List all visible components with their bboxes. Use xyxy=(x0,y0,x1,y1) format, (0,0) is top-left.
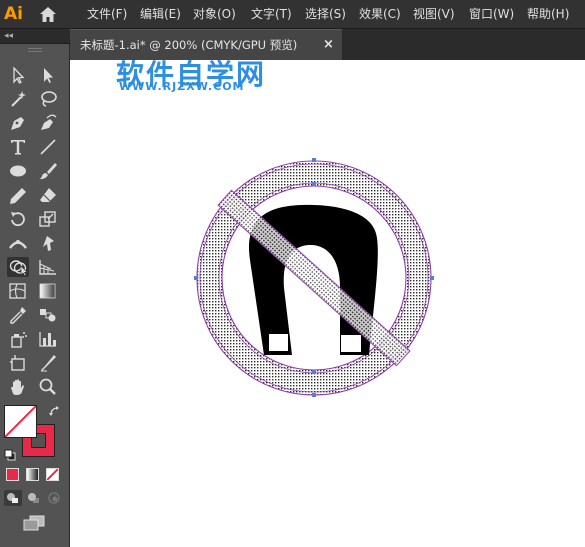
screen-mode-icon[interactable] xyxy=(22,514,46,532)
home-icon[interactable] xyxy=(38,5,58,24)
default-fill-stroke-icon[interactable] xyxy=(4,446,16,461)
scale-tool-icon[interactable] xyxy=(37,209,59,229)
none-mode-button[interactable] xyxy=(46,468,59,481)
menu-help[interactable]: 帮助(H) xyxy=(527,0,569,29)
panel-grip-icon[interactable] xyxy=(0,44,70,57)
menu-view[interactable]: 视图(V) xyxy=(413,0,455,29)
draw-normal-icon[interactable] xyxy=(4,490,22,506)
symbol-sprayer-tool-icon[interactable] xyxy=(7,329,29,349)
menu-object[interactable]: 对象(O) xyxy=(193,0,236,29)
close-icon[interactable]: × xyxy=(323,30,334,60)
line-segment-tool-icon[interactable] xyxy=(37,137,59,157)
menu-window[interactable]: 窗口(W) xyxy=(469,0,514,29)
gradient-mode-button[interactable] xyxy=(26,468,39,481)
pen-tool-icon[interactable] xyxy=(7,113,29,133)
menu-type[interactable]: 文字(T) xyxy=(251,0,292,29)
paintbrush-tool-icon[interactable] xyxy=(37,161,59,181)
lasso-tool-icon[interactable] xyxy=(37,89,59,109)
document-tab[interactable]: 未标题-1.ai* @ 200% (CMYK/GPU 预览) × xyxy=(70,29,342,60)
eraser-tool-icon[interactable] xyxy=(37,185,59,205)
gradient-tool-icon[interactable] xyxy=(37,281,59,301)
draw-inside-icon[interactable] xyxy=(45,490,63,506)
type-tool-icon[interactable] xyxy=(7,137,29,157)
hand-tool-icon[interactable] xyxy=(7,377,29,397)
no-fill-icon xyxy=(5,406,36,437)
pencil-tool-icon[interactable] xyxy=(7,185,29,205)
rotate-tool-icon[interactable] xyxy=(7,209,29,229)
puppet-warp-tool-icon[interactable] xyxy=(37,233,59,253)
menu-select[interactable]: 选择(S) xyxy=(305,0,346,29)
ellipse-tool-icon[interactable] xyxy=(7,161,29,181)
selection-tool-icon[interactable] xyxy=(7,65,29,85)
shape-builder-tool-icon[interactable] xyxy=(7,257,29,277)
document-tab-title: 未标题-1.ai* @ 200% (CMYK/GPU 预览) xyxy=(80,38,298,52)
menu-file[interactable]: 文件(F) xyxy=(87,0,127,29)
app-logo: Ai xyxy=(4,4,23,24)
menu-bar: Ai 文件(F) 编辑(E) 对象(O) 文字(T) 选择(S) 效果(C) 视… xyxy=(0,0,585,29)
magic-wand-tool-icon[interactable] xyxy=(7,89,29,109)
zoom-tool-icon[interactable] xyxy=(37,377,59,397)
menu-effect[interactable]: 效果(C) xyxy=(359,0,401,29)
panel-collapse-strip: ◂◂ xyxy=(0,29,70,44)
color-mode-button[interactable] xyxy=(6,468,19,481)
eyedropper-tool-icon[interactable] xyxy=(7,305,29,325)
menu-edit[interactable]: 编辑(E) xyxy=(140,0,181,29)
artboard-tool-icon[interactable] xyxy=(7,353,29,373)
direct-selection-tool-icon[interactable] xyxy=(37,65,59,85)
perspective-grid-tool-icon[interactable] xyxy=(37,257,59,277)
curvature-tool-icon[interactable] xyxy=(37,113,59,133)
document-tab-bar: 未标题-1.ai* @ 200% (CMYK/GPU 预览) × xyxy=(70,29,585,60)
slice-tool-icon[interactable] xyxy=(37,353,59,373)
watermark-url: WWW.RJZXW.COM xyxy=(119,80,245,93)
swap-fill-stroke-icon[interactable] xyxy=(48,404,62,418)
width-tool-icon[interactable] xyxy=(7,233,29,253)
artwork[interactable] xyxy=(70,60,585,547)
fill-swatch[interactable] xyxy=(4,405,37,438)
blend-tool-icon[interactable] xyxy=(37,305,59,325)
mesh-tool-icon[interactable] xyxy=(7,281,29,301)
draw-behind-icon[interactable] xyxy=(25,490,43,506)
artboard-canvas[interactable]: 软件自学网 WWW.RJZXW.COM xyxy=(70,60,585,547)
tools-panel xyxy=(0,44,70,547)
column-graph-tool-icon[interactable] xyxy=(37,329,59,349)
collapse-panel-icon[interactable]: ◂◂ xyxy=(4,31,13,41)
